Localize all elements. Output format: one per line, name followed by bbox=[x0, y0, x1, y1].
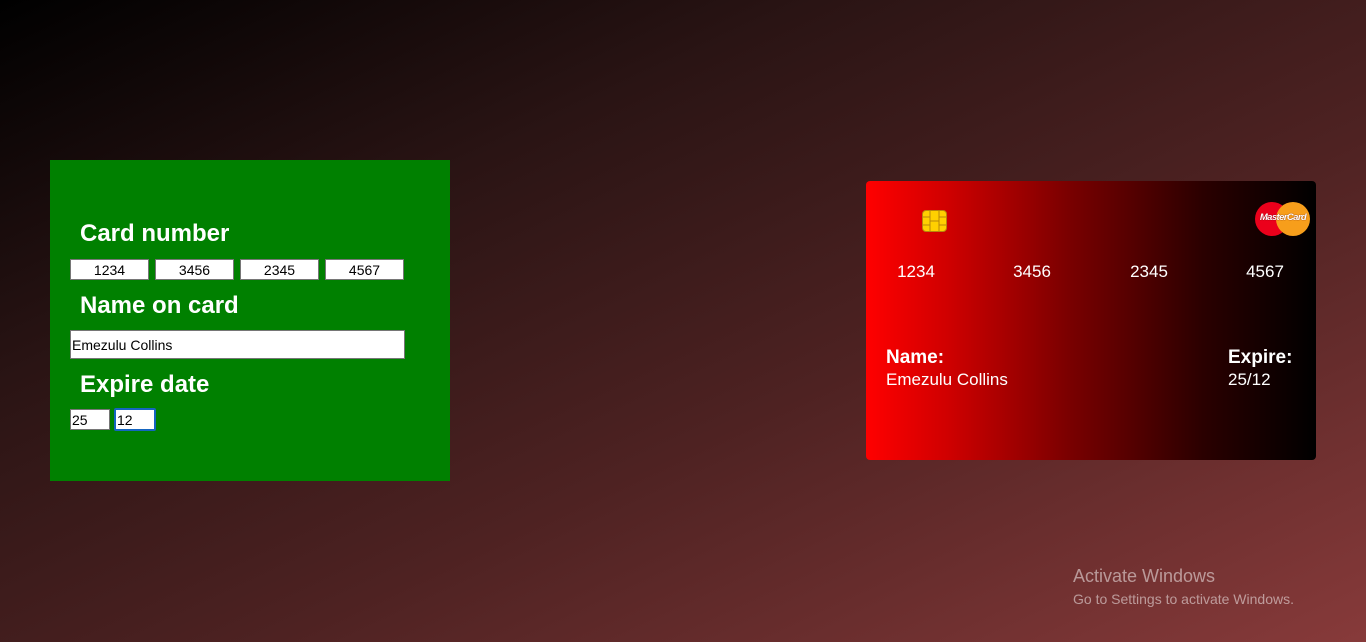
card-number-group-4: 4567 bbox=[1246, 262, 1284, 281]
chip-icon bbox=[922, 210, 947, 232]
card-number-group-1: 1234 bbox=[897, 262, 935, 281]
card-number-input-2[interactable] bbox=[155, 259, 234, 280]
name-on-card-input[interactable] bbox=[70, 330, 405, 359]
card-number-input-4[interactable] bbox=[325, 259, 404, 280]
card-name-value: Emezulu Collins bbox=[886, 370, 1008, 389]
card-number-input-1[interactable] bbox=[70, 259, 149, 280]
card-number-group-2: 3456 bbox=[1013, 262, 1051, 281]
card-number-group-3: 2345 bbox=[1130, 262, 1168, 281]
card-number-input-3[interactable] bbox=[240, 259, 319, 280]
name-on-card-heading: Name on card bbox=[80, 292, 239, 319]
activate-windows-watermark: Activate Windows Go to Settings to activ… bbox=[1073, 566, 1294, 608]
mastercard-logo: MasterCard bbox=[1255, 201, 1311, 237]
watermark-subtitle: Go to Settings to activate Windows. bbox=[1073, 591, 1294, 607]
card-name-label: Name: bbox=[886, 347, 945, 368]
card-number-heading: Card number bbox=[80, 220, 230, 247]
card-expire-label: Expire: bbox=[1228, 347, 1293, 368]
mastercard-logo-text: MasterCard bbox=[1259, 212, 1307, 223]
credit-card-preview: MasterCard 1234 3456 2345 4567 Name: Eme… bbox=[866, 181, 1316, 460]
card-form-panel: Card number Name on card Expire date bbox=[50, 160, 450, 481]
watermark-title: Activate Windows bbox=[1073, 566, 1216, 586]
card-expire-value: 25/12 bbox=[1228, 370, 1271, 389]
expire-year-input[interactable] bbox=[70, 409, 110, 430]
expire-month-input[interactable] bbox=[114, 408, 156, 431]
expire-date-heading: Expire date bbox=[80, 371, 210, 398]
